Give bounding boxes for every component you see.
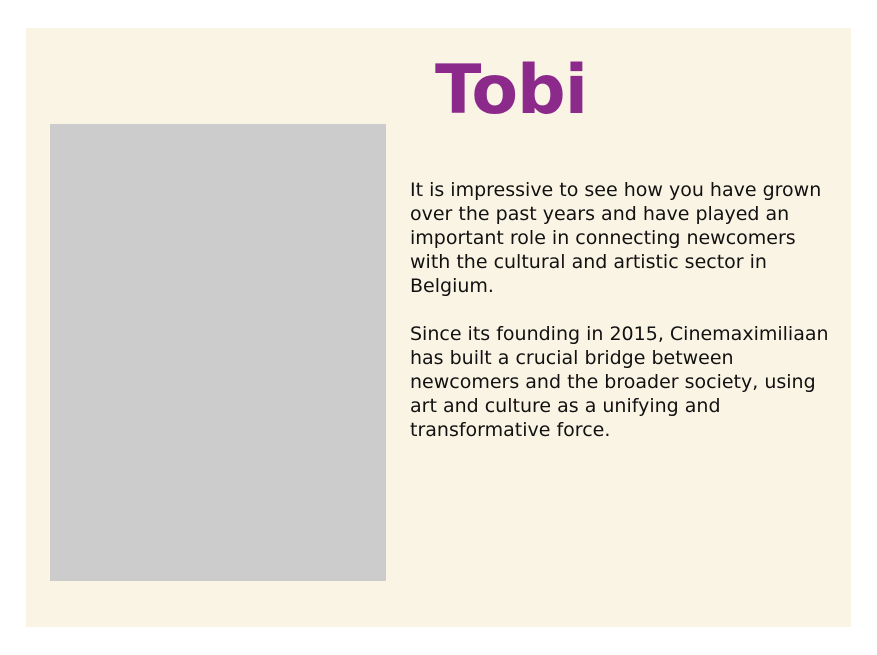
profile-text: It is impressive to see how you have gro… [410,178,830,466]
profile-name: Tobi [434,51,588,130]
paragraph-1: It is impressive to see how you have gro… [410,179,822,297]
photo-placeholder [50,124,386,581]
profile-card: Tobi It is impressive to see how you hav… [26,28,851,627]
paragraph-2: Since its founding in 2015, Cinemaximili… [410,323,829,441]
